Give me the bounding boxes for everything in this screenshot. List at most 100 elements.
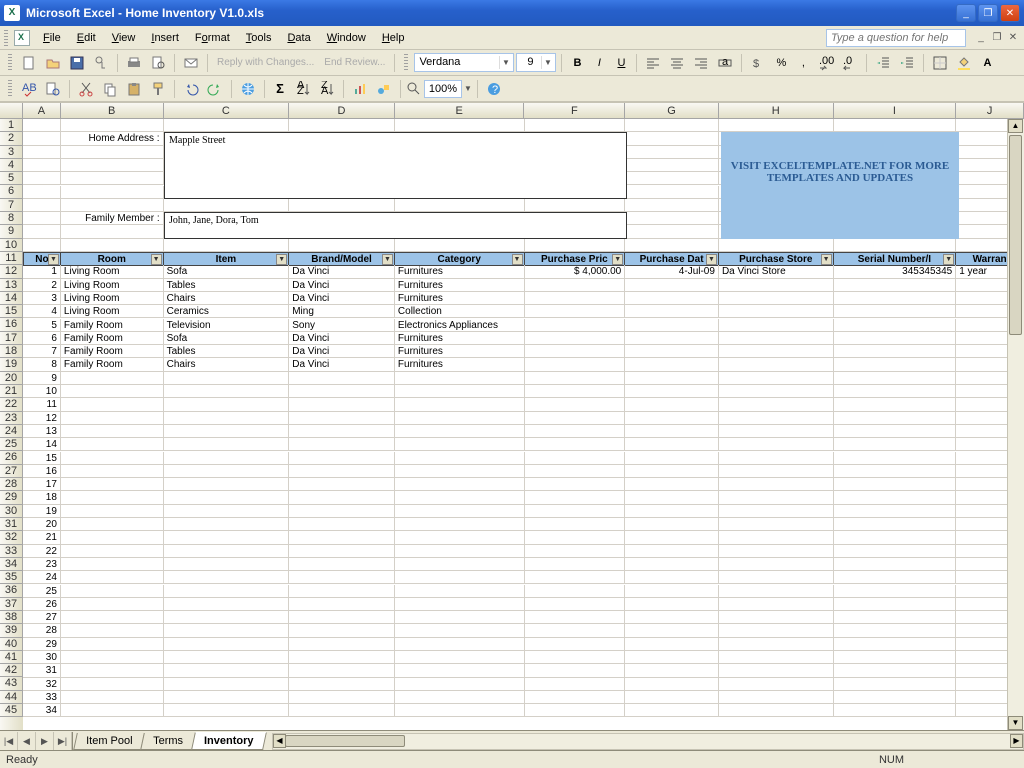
cell[interactable] bbox=[61, 465, 164, 478]
cell[interactable] bbox=[525, 438, 626, 451]
cell[interactable] bbox=[289, 531, 395, 544]
cell[interactable] bbox=[61, 545, 164, 558]
cell[interactable] bbox=[289, 199, 395, 212]
row-headers[interactable]: 1234567891011121314151617181920212223242… bbox=[0, 119, 23, 730]
font-name-selector[interactable]: Verdana▼ bbox=[414, 53, 514, 72]
cell[interactable]: Living Room bbox=[61, 305, 164, 318]
column-header[interactable]: H bbox=[719, 103, 834, 118]
cell[interactable] bbox=[289, 452, 395, 465]
row-header[interactable]: 36 bbox=[0, 584, 23, 597]
cell[interactable] bbox=[289, 545, 395, 558]
table-header-category[interactable]: Category▼ bbox=[395, 252, 525, 266]
cell[interactable]: 30 bbox=[23, 651, 61, 664]
row-header[interactable]: 19 bbox=[0, 358, 23, 371]
fill-color-button[interactable] bbox=[953, 53, 975, 73]
cell[interactable]: Chairs bbox=[164, 292, 290, 305]
cell[interactable] bbox=[289, 465, 395, 478]
cell[interactable] bbox=[395, 531, 525, 544]
help-search-input[interactable] bbox=[826, 29, 966, 47]
column-header[interactable]: I bbox=[834, 103, 957, 118]
cell[interactable] bbox=[289, 704, 395, 717]
cell[interactable] bbox=[395, 119, 525, 132]
cell[interactable] bbox=[525, 425, 626, 438]
cell[interactable]: Tables bbox=[164, 279, 290, 292]
row-header[interactable]: 44 bbox=[0, 691, 23, 704]
cell[interactable] bbox=[625, 398, 719, 411]
cell[interactable]: 27 bbox=[23, 611, 61, 624]
cell[interactable] bbox=[625, 465, 719, 478]
cell[interactable] bbox=[834, 385, 957, 398]
cell[interactable] bbox=[625, 305, 719, 318]
cell[interactable] bbox=[61, 119, 164, 132]
cell[interactable]: 25 bbox=[23, 585, 61, 598]
row-header[interactable]: 33 bbox=[0, 545, 23, 558]
cell[interactable]: 17 bbox=[23, 478, 61, 491]
table-header-store[interactable]: Purchase Store▼ bbox=[719, 252, 834, 266]
row-header[interactable]: 39 bbox=[0, 624, 23, 637]
cell[interactable] bbox=[23, 119, 61, 132]
cell[interactable]: $ 4,000.00 bbox=[525, 265, 626, 278]
cell[interactable] bbox=[834, 691, 957, 704]
cell[interactable] bbox=[719, 279, 834, 292]
cell[interactable] bbox=[61, 225, 164, 238]
row-header[interactable]: 21 bbox=[0, 385, 23, 398]
cell[interactable]: 26 bbox=[23, 598, 61, 611]
cell[interactable] bbox=[395, 704, 525, 717]
cell[interactable]: Collection bbox=[395, 305, 525, 318]
font-size-selector[interactable]: 9▼ bbox=[516, 53, 556, 72]
row-header[interactable]: 9 bbox=[0, 225, 23, 238]
cell[interactable]: Da Vinci bbox=[289, 345, 395, 358]
menu-view[interactable]: View bbox=[105, 29, 143, 47]
column-header[interactable]: D bbox=[289, 103, 395, 118]
tab-nav-first[interactable]: |◀ bbox=[0, 732, 18, 750]
cell[interactable]: Living Room bbox=[61, 279, 164, 292]
cell[interactable]: Furnitures bbox=[395, 345, 525, 358]
row-header[interactable]: 38 bbox=[0, 611, 23, 624]
filter-button[interactable]: ▼ bbox=[943, 254, 954, 265]
cell[interactable] bbox=[625, 585, 719, 598]
cell[interactable] bbox=[525, 598, 626, 611]
cell[interactable] bbox=[61, 172, 164, 185]
permission-button[interactable] bbox=[90, 53, 112, 73]
filter-button[interactable]: ▼ bbox=[512, 254, 523, 265]
cell[interactable] bbox=[625, 598, 719, 611]
cell[interactable] bbox=[625, 186, 719, 199]
redo-button[interactable] bbox=[204, 79, 226, 99]
cell[interactable]: 28 bbox=[23, 624, 61, 637]
currency-button[interactable]: $ bbox=[747, 53, 769, 73]
row-header[interactable]: 25 bbox=[0, 438, 23, 451]
cell[interactable]: Furnitures bbox=[395, 265, 525, 278]
cell[interactable] bbox=[525, 518, 626, 531]
spelling-button[interactable]: ABC bbox=[18, 79, 40, 99]
cell[interactable]: 31 bbox=[23, 664, 61, 677]
cell[interactable] bbox=[525, 279, 626, 292]
cell[interactable] bbox=[164, 505, 290, 518]
chart-button[interactable] bbox=[349, 79, 371, 99]
menu-insert[interactable]: Insert bbox=[144, 29, 186, 47]
cell[interactable] bbox=[525, 691, 626, 704]
cell[interactable]: Family Room bbox=[61, 319, 164, 332]
cell[interactable] bbox=[719, 491, 834, 504]
menu-tools[interactable]: Tools bbox=[239, 29, 279, 47]
cell[interactable] bbox=[164, 438, 290, 451]
cell[interactable] bbox=[395, 558, 525, 571]
cell[interactable] bbox=[289, 691, 395, 704]
cell[interactable] bbox=[164, 199, 290, 212]
grip-icon[interactable] bbox=[404, 54, 408, 72]
cell[interactable] bbox=[525, 199, 626, 212]
cell[interactable] bbox=[289, 624, 395, 637]
cell[interactable] bbox=[61, 491, 164, 504]
table-header-brand[interactable]: Brand/Model▼ bbox=[289, 252, 395, 266]
cell[interactable] bbox=[395, 505, 525, 518]
cell[interactable] bbox=[834, 119, 957, 132]
filter-button[interactable]: ▼ bbox=[821, 254, 832, 265]
cell[interactable] bbox=[834, 279, 957, 292]
sheet-tab-terms[interactable]: Terms bbox=[141, 733, 197, 750]
comma-button[interactable]: , bbox=[793, 53, 813, 73]
cell[interactable] bbox=[834, 478, 957, 491]
cell[interactable] bbox=[289, 678, 395, 691]
cell[interactable] bbox=[395, 412, 525, 425]
maximize-button[interactable]: ❐ bbox=[978, 4, 998, 22]
grip-icon[interactable] bbox=[8, 54, 12, 72]
cell[interactable]: 3 bbox=[23, 292, 61, 305]
